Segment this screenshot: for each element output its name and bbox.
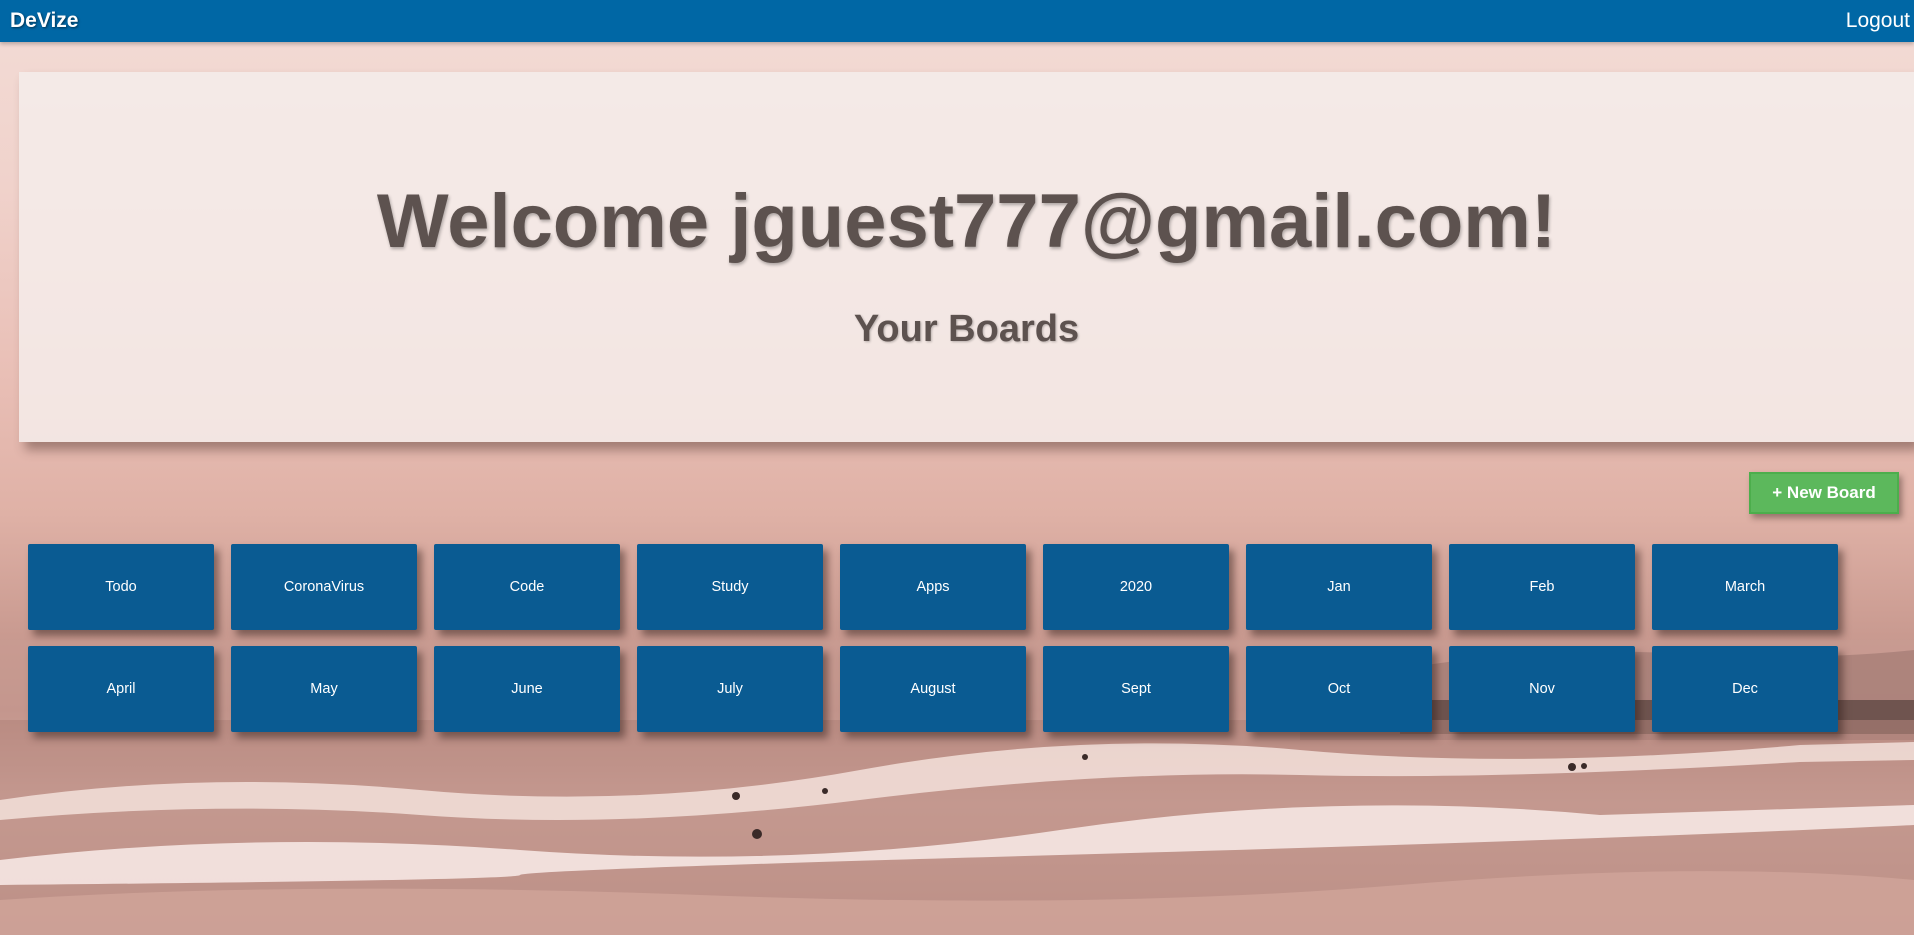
board-tile[interactable]: Dec [1652,646,1838,732]
board-tile[interactable]: CoronaVirus [231,544,417,630]
board-tile[interactable]: August [840,646,1026,732]
new-board-button[interactable]: + New Board [1749,472,1899,514]
welcome-panel: Welcome jguest777@gmail.com! Your Boards [19,72,1914,442]
brand-logo[interactable]: DeVize [10,9,79,33]
board-tile[interactable]: 2020 [1043,544,1229,630]
board-tile[interactable]: Apps [840,544,1026,630]
welcome-heading: Welcome jguest777@gmail.com! [376,179,1557,264]
board-tile[interactable]: July [637,646,823,732]
board-tile[interactable]: April [28,646,214,732]
logout-link[interactable]: Logout [1846,9,1910,33]
board-tile[interactable]: Nov [1449,646,1635,732]
board-tile[interactable]: Sept [1043,646,1229,732]
board-tile[interactable]: June [434,646,620,732]
board-tile[interactable]: Oct [1246,646,1432,732]
board-tile[interactable]: Code [434,544,620,630]
board-tile[interactable]: Todo [28,544,214,630]
board-tile[interactable]: Feb [1449,544,1635,630]
boards-grid: Todo CoronaVirus Code Study Apps 2020 Ja… [28,544,1838,732]
boards-subtitle: Your Boards [853,308,1080,350]
board-tile[interactable]: March [1652,544,1838,630]
board-tile[interactable]: Study [637,544,823,630]
top-navbar: DeVize Logout [0,0,1914,42]
board-tile[interactable]: Jan [1246,544,1432,630]
board-tile[interactable]: May [231,646,417,732]
